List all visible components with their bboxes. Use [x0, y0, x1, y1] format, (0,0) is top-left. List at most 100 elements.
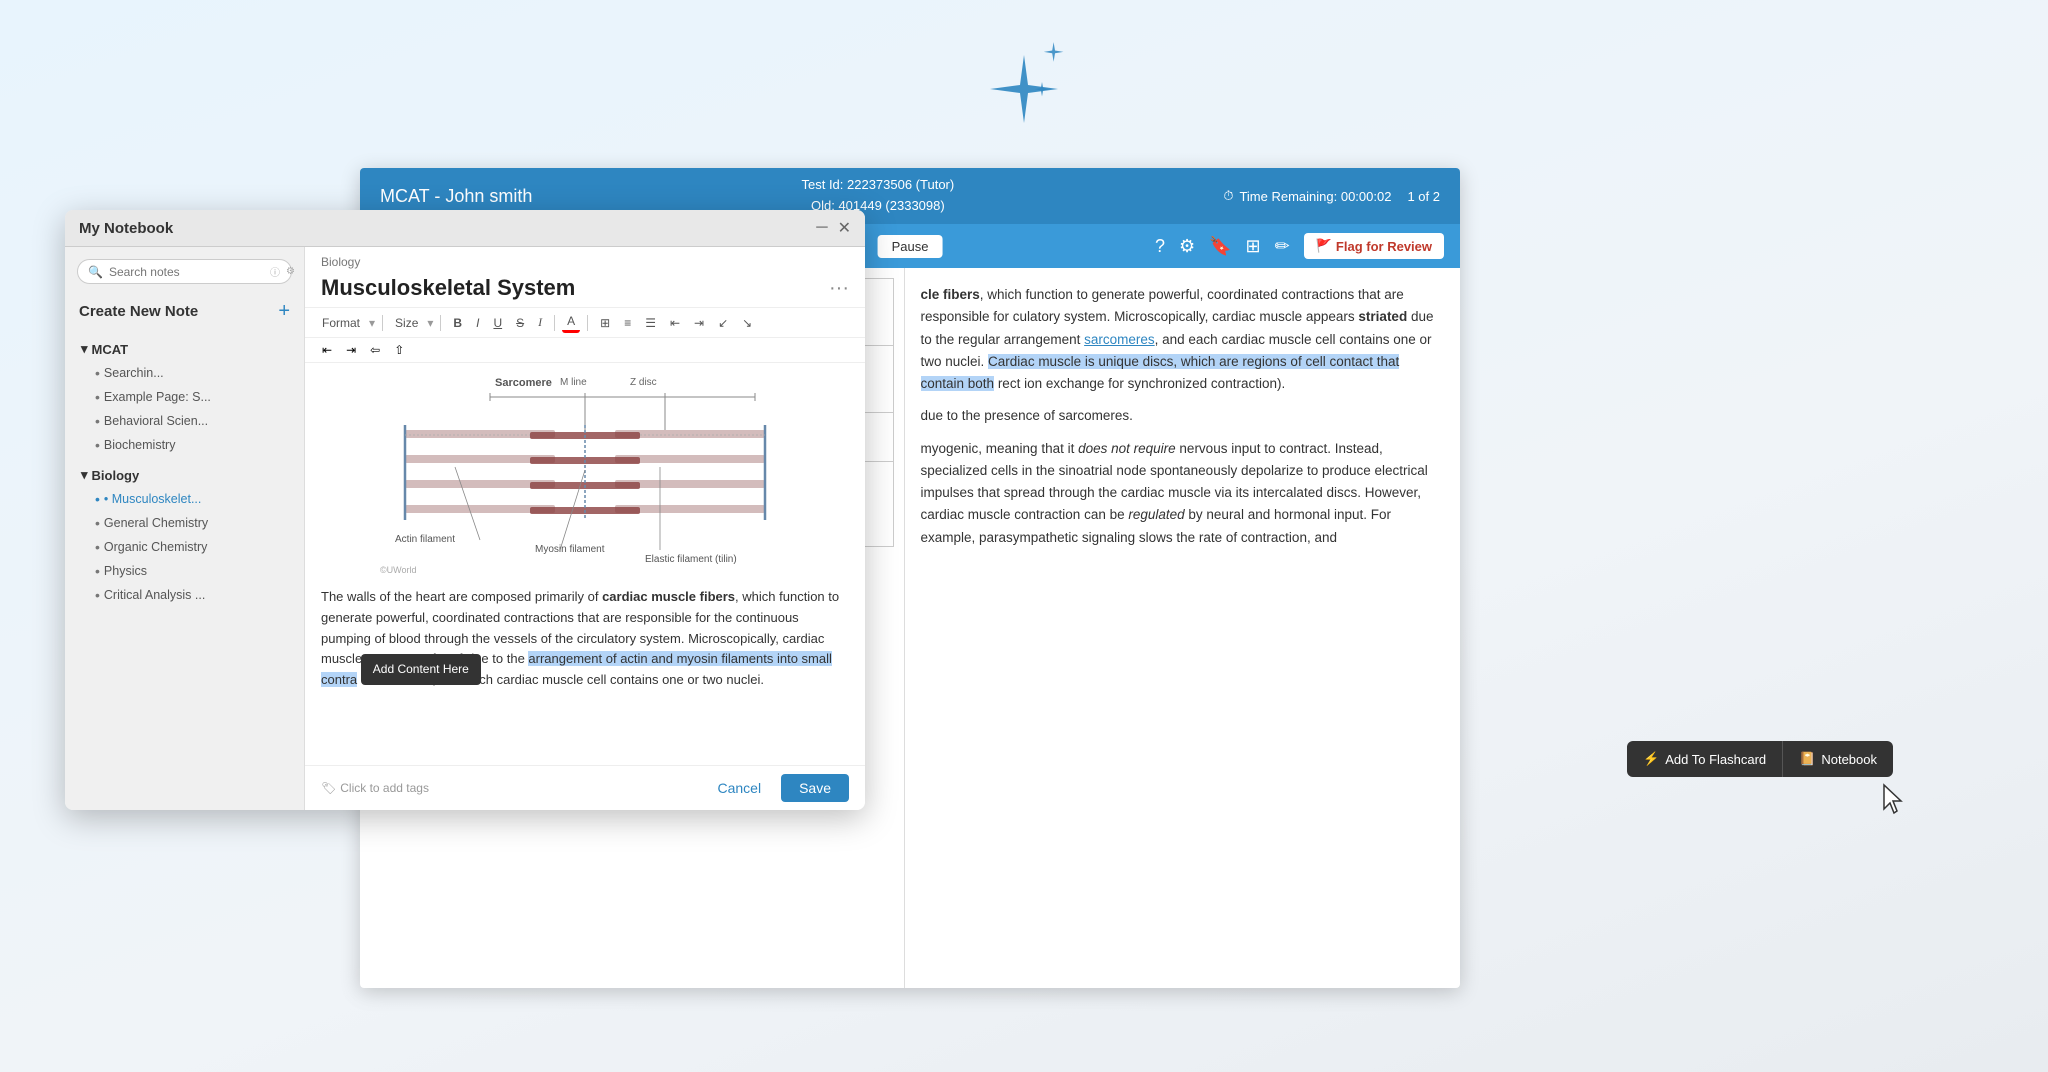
exam-time: ⏱ Time Remaining: 00:00:02 1 of 2 — [1223, 188, 1440, 204]
exam-body-text: cle fibers, which function to generate p… — [921, 284, 1445, 395]
add-content-tooltip: Add Content Here — [361, 654, 481, 685]
toolbar-separator — [382, 315, 383, 331]
font-color-button[interactable]: A — [562, 312, 580, 333]
editor-toolbar: Format ▾ Size ▾ B I U S I A ⊞ ≡ ☰ ⇤ — [305, 307, 865, 338]
search-input[interactable] — [109, 265, 264, 279]
toolbar-separator — [554, 315, 555, 331]
size-dropdown[interactable]: Size — [390, 314, 423, 332]
clock-icon: ⏱ — [1223, 188, 1233, 204]
notebook-sidebar: 🔍 ⓘ ⚙ Create New Note + ▾ MCAT Searchin.… — [65, 247, 305, 810]
time-remaining-text: Time Remaining: 00:00:02 — [1239, 189, 1391, 204]
cancel-button[interactable]: Cancel — [705, 774, 773, 802]
sidebar-item-organic-chemistry[interactable]: Organic Chemistry — [73, 535, 296, 559]
note-footer-buttons: Cancel Save — [705, 774, 849, 802]
chevron-down-icon: ▾ — [81, 341, 88, 357]
notebook-title: My Notebook — [79, 220, 173, 237]
search-icon: 🔍 — [88, 265, 103, 279]
notebook-titlebar-icons: ─ ✕ — [816, 218, 851, 238]
note-content-area[interactable]: Sarcomere M line Z disc — [305, 363, 865, 765]
indent-decrease-button[interactable]: ⇤ — [665, 314, 685, 332]
align-left-button[interactable]: ↙ — [713, 314, 733, 332]
unordered-list-button[interactable]: ☰ — [640, 314, 661, 332]
copyright-label: ©UWorld — [380, 565, 416, 575]
italic2-button[interactable]: I — [533, 313, 547, 332]
create-note-row: Create New Note + — [65, 294, 304, 329]
sidebar-item-critical-analysis[interactable]: Critical Analysis ... — [73, 583, 296, 607]
notebook-icon: 📔 — [1799, 751, 1815, 767]
sidebar-item-musculoskeletal[interactable]: • Musculoskelet... — [73, 487, 296, 511]
align-left2-button[interactable]: ⇤ — [317, 341, 337, 359]
sarcomere-diagram: Sarcomere M line Z disc — [375, 375, 795, 575]
add-to-flashcard-button[interactable]: ⚡ Add To Flashcard — [1627, 741, 1783, 777]
sidebar-item-example[interactable]: Example Page: S... — [73, 385, 296, 409]
exam-title: MCAT - John smith — [380, 186, 532, 207]
exam-test-id: Test Id: 222373506 (Tutor) — [801, 175, 954, 196]
help-icon[interactable]: ? — [1155, 236, 1165, 257]
toolbar-separator — [440, 315, 441, 331]
underline-button[interactable]: U — [488, 314, 507, 332]
align-right-button[interactable]: ↘ — [737, 314, 757, 332]
close-icon[interactable]: ✕ — [838, 218, 851, 238]
notebook-action-button[interactable]: 📔 Notebook — [1783, 741, 1893, 777]
notebook-body: 🔍 ⓘ ⚙ Create New Note + ▾ MCAT Searchin.… — [65, 247, 865, 810]
sidebar-category-mcat[interactable]: ▾ MCAT — [73, 337, 296, 361]
create-note-plus-button[interactable]: + — [278, 300, 290, 323]
action-popup: ⚡ Add To Flashcard 📔 Notebook — [1627, 741, 1893, 777]
notebook-titlebar: My Notebook ─ ✕ — [65, 210, 865, 247]
toolbar-separator — [587, 315, 588, 331]
sidebar-section-mcat: ▾ MCAT Searchin... Example Page: S... Be… — [65, 337, 304, 457]
sidebar-item-biochemistry[interactable]: Biochemistry — [73, 433, 296, 457]
strikethrough-button[interactable]: S — [511, 314, 529, 332]
page-count: 1 of 2 — [1407, 189, 1440, 204]
exam-body-text3: myogenic, meaning that it does not requi… — [921, 438, 1445, 549]
note-editor: Biology Musculoskeletal System ··· Forma… — [305, 247, 865, 810]
elastic-label: Elastic filament (tilin) — [645, 554, 737, 565]
add-tags[interactable]: 🏷 Click to add tags — [321, 781, 429, 795]
note-body-text[interactable]: The walls of the heart are composed prim… — [321, 587, 849, 691]
note-menu-button[interactable]: ··· — [829, 277, 849, 300]
save-button[interactable]: Save — [781, 774, 849, 802]
notebook-window: My Notebook ─ ✕ 🔍 ⓘ ⚙ Create New Note + … — [65, 210, 865, 810]
search-settings-icon: ⚙ — [286, 266, 295, 277]
create-note-label: Create New Note — [79, 303, 198, 320]
pause-button[interactable]: Pause — [878, 235, 943, 258]
size-arrow: ▾ — [427, 316, 433, 330]
indent-increase-button[interactable]: ⇥ — [689, 314, 709, 332]
actin-label: Actin filament — [395, 534, 455, 545]
sidebar-category-biology[interactable]: ▾ Biology — [73, 463, 296, 487]
myosin-label: Myosin filament — [535, 544, 604, 555]
exam-text-area[interactable]: cle fibers, which function to generate p… — [904, 268, 1461, 988]
sidebar-item-physics[interactable]: Physics — [73, 559, 296, 583]
align-center-button[interactable]: ⇥ — [341, 341, 361, 359]
sidebar-item-behavioral[interactable]: Behavioral Scien... — [73, 409, 296, 433]
highlight-icon[interactable]: ✏ — [1275, 236, 1290, 257]
minimize-icon[interactable]: ─ — [816, 219, 827, 237]
sidebar-item-general-chemistry[interactable]: General Chemistry — [73, 511, 296, 535]
search-info-icon: ⓘ — [270, 264, 280, 279]
editor-toolbar-row2: ⇤ ⇥ ⇦ ⇧ — [305, 338, 865, 363]
format-arrow: ▾ — [369, 316, 375, 330]
sparkle-container — [964, 40, 1084, 145]
italic-button[interactable]: I — [471, 314, 484, 332]
flag-review-label: Flag for Review — [1336, 239, 1432, 254]
bookmark-icon[interactable]: 🔖 — [1209, 236, 1231, 257]
note-breadcrumb: Biology — [305, 247, 865, 271]
search-bar: 🔍 ⓘ ⚙ — [77, 259, 292, 284]
align-justify-button[interactable]: ⇧ — [389, 341, 409, 359]
bold-button[interactable]: B — [448, 314, 467, 332]
layout-icon[interactable]: ⊞ — [1246, 236, 1261, 257]
tag-icon: 🏷 — [321, 781, 336, 795]
add-tags-label: Click to add tags — [340, 781, 429, 795]
sidebar-item-searching[interactable]: Searchin... — [73, 361, 296, 385]
note-title: Musculoskeletal System — [321, 275, 575, 301]
note-footer: 🏷 Click to add tags Cancel Save — [305, 765, 865, 810]
ordered-list-button[interactable]: ≡ — [619, 314, 636, 332]
flag-icon: 🚩 — [1316, 238, 1332, 254]
format-dropdown[interactable]: Format — [317, 314, 365, 332]
table-button[interactable]: ⊞ — [595, 314, 615, 332]
notebook-action-label: Notebook — [1821, 752, 1877, 767]
flag-review-button[interactable]: 🚩 Flag for Review — [1304, 233, 1444, 259]
align-right2-button[interactable]: ⇦ — [365, 341, 385, 359]
settings-icon[interactable]: ⚙ — [1179, 236, 1195, 257]
sidebar-section-biology: ▾ Biology • Musculoskelet... General Che… — [65, 463, 304, 607]
